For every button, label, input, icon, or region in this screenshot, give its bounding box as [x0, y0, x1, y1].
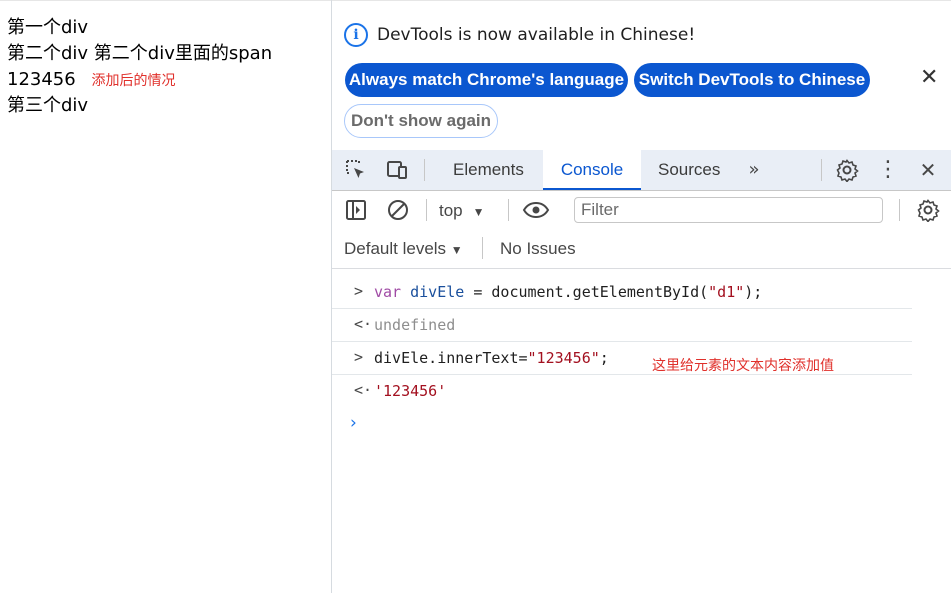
context-value: top: [439, 201, 463, 220]
console-code: var divEle = document.getElementById("d1…: [374, 283, 763, 301]
inspect-element-icon[interactable]: [344, 158, 368, 182]
console-toolbar: top ▼ Filter Default levels ▼ No Issues: [332, 191, 951, 269]
annotation-after-add: 添加后的情况: [91, 73, 176, 89]
context-selector[interactable]: top ▼: [439, 201, 485, 221]
levels-label: Default levels: [344, 239, 447, 258]
toolbar-separator: [508, 199, 509, 221]
always-match-language-button[interactable]: Always match Chrome's language: [345, 63, 628, 97]
issues-counter[interactable]: No Issues: [500, 239, 576, 259]
log-levels-dropdown[interactable]: Default levels ▼: [344, 239, 463, 259]
div-second-replaced: 123456 添加后的情况: [7, 68, 175, 93]
device-toolbar-icon[interactable]: [385, 158, 409, 182]
toolbar-separator: [821, 159, 822, 181]
live-expression-eye-icon[interactable]: [522, 198, 550, 222]
dont-show-again-button[interactable]: Don't show again: [344, 104, 498, 138]
more-options-icon[interactable]: ⋮: [876, 158, 900, 182]
input-chevron-icon: >: [354, 348, 364, 366]
console-settings-icon[interactable]: [916, 198, 940, 223]
toolbar-separator: [899, 199, 900, 221]
output-arrow-icon: <·: [354, 381, 373, 399]
dropdown-arrow-icon: ▼: [450, 243, 463, 257]
input-chevron-icon: >: [354, 282, 364, 300]
console-row-output: <· '123456': [332, 374, 912, 407]
filter-placeholder: Filter: [581, 200, 619, 219]
settings-gear-icon[interactable]: [835, 158, 859, 183]
console-row-input: > var divEle = document.getElementById("…: [332, 275, 912, 309]
switch-to-chinese-button[interactable]: Switch DevTools to Chinese: [634, 63, 870, 97]
devtools-panel: i DevTools is now available in Chinese! …: [332, 0, 951, 593]
tab-console[interactable]: Console: [543, 150, 641, 190]
filter-input[interactable]: Filter: [574, 197, 883, 223]
toolbar-separator: [426, 199, 427, 221]
console-output[interactable]: > var divEle = document.getElementById("…: [332, 270, 951, 593]
toolbar-separator: [424, 159, 425, 181]
console-row-output: <· undefined: [332, 308, 912, 342]
div-first: 第一个div: [7, 17, 89, 38]
div-second-text: 123456: [7, 69, 76, 90]
div-third: 第三个div: [7, 95, 89, 116]
banner-message: DevTools is now available in Chinese!: [377, 25, 696, 45]
devtools-tabbar: Elements Console Sources » ⋮ ✕: [332, 150, 951, 191]
close-devtools-icon[interactable]: ✕: [916, 158, 940, 182]
language-banner: i DevTools is now available in Chinese! …: [332, 0, 951, 150]
clear-console-icon[interactable]: [386, 198, 410, 222]
console-code: divEle.innerText="123456";: [374, 349, 609, 367]
console-annotation: 这里给元素的文本内容添加值: [652, 358, 834, 374]
more-tabs-icon[interactable]: »: [742, 158, 766, 182]
toolbar-separator: [482, 237, 483, 259]
info-icon: i: [344, 23, 368, 47]
tab-sources[interactable]: Sources: [658, 150, 720, 190]
console-result: undefined: [374, 316, 456, 334]
page-viewport: 第一个div 第二个div 第二个div里面的span 123456 添加后的情…: [0, 0, 331, 593]
div-second: 第二个div 第二个div里面的span: [7, 43, 273, 64]
output-arrow-icon: <·: [354, 315, 373, 333]
sidebar-toggle-icon[interactable]: [344, 198, 368, 222]
tab-elements[interactable]: Elements: [453, 150, 524, 190]
close-icon[interactable]: ✕: [920, 65, 938, 90]
console-result: '123456': [374, 382, 447, 400]
console-prompt-icon[interactable]: ›: [350, 413, 357, 433]
dropdown-arrow-icon: ▼: [472, 205, 485, 219]
